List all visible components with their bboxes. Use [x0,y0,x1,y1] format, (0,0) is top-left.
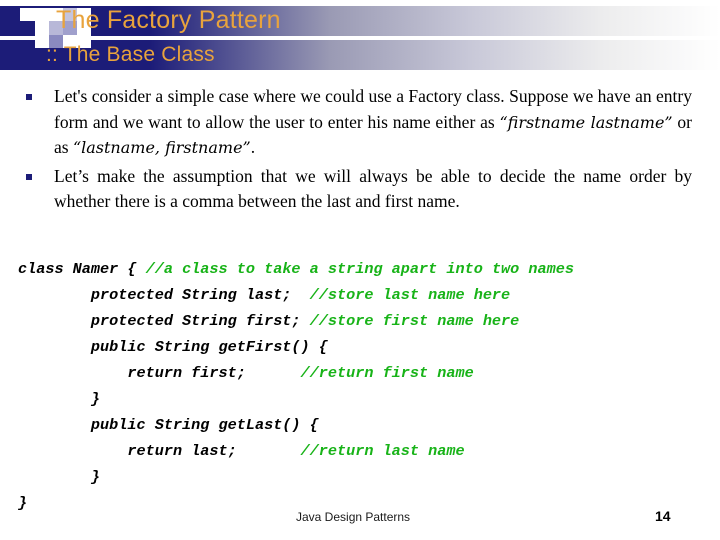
code-token: public String getLast() { [18,416,319,434]
code-comment: //store last name here [309,286,511,304]
footer-title: Java Design Patterns [296,510,411,524]
bullet-item: Let’s make the assumption that we will a… [26,164,692,215]
emphasized-phrase: “firstname lastname” [499,112,673,132]
bullet-item: Let's consider a simple case where we co… [26,84,692,161]
page-subtitle: :: The Base Class [46,43,215,66]
code-comment: //store first name here [309,312,520,330]
code-line: } [18,464,718,490]
code-line: return first; //return first name [18,360,718,386]
code-block: class Namer { //a class to take a string… [18,256,718,516]
code-token: protected String first; [18,312,310,330]
code-comment: //return first name [300,364,474,382]
page-title: The Factory Pattern [56,6,281,34]
code-comment: //return last name [300,442,465,460]
decorative-square [35,8,49,21]
code-line: protected String first; //store first na… [18,308,718,334]
decorative-square [20,8,35,21]
code-token: class Namer { [18,260,146,278]
bullet-text: Let’s make the assumption that we will a… [54,164,692,215]
code-token: return last; [18,442,301,460]
code-line: public String getLast() { [18,412,718,438]
page-number: 14 [655,508,671,524]
bullet-list: Let's consider a simple case where we co… [26,84,692,218]
code-token: } [18,494,28,512]
code-line: public String getFirst() { [18,334,718,360]
decorative-square [20,21,35,35]
code-line: protected String last; //store last name… [18,282,718,308]
bullet-marker-icon [26,173,32,180]
code-token: } [18,468,101,486]
code-token: public String getFirst() { [18,338,328,356]
code-line: class Namer { //a class to take a string… [18,256,718,282]
text-run: Let’s make the assumption that we will a… [54,165,692,212]
slide-header: The Factory Pattern :: The Base Class [0,0,720,78]
code-token: protected String last; [18,286,310,304]
code-line: } [18,386,718,412]
code-line: return last; //return last name [18,438,718,464]
code-comment: //a class to take a string apart into tw… [145,260,574,278]
bullet-text: Let's consider a simple case where we co… [54,84,692,161]
code-token: } [18,390,101,408]
emphasized-phrase: “lastname, firstname” [72,138,251,157]
code-token: return first; [18,364,301,382]
decorative-square [35,21,49,35]
text-run: . [250,137,256,157]
bullet-marker-icon [26,94,32,100]
